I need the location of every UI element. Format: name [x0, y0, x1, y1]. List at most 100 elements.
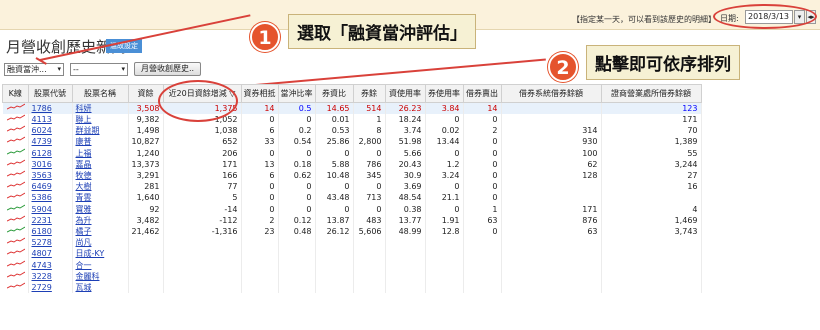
cell-margin-usage: 26.23 — [385, 102, 426, 114]
cell-daytrade-ratio — [278, 259, 316, 271]
cell-offset — [241, 281, 279, 293]
kline-sparkline-icon[interactable] — [2, 169, 29, 182]
kline-sparkline-icon[interactable] — [2, 214, 29, 226]
cell-short-usage: 21.1 — [425, 192, 464, 204]
col-sbl-system-balance[interactable]: 借券系統借券餘額 — [500, 84, 602, 103]
stock-name-link[interactable]: 寶雅 — [72, 203, 129, 215]
kline-sparkline-icon[interactable] — [2, 181, 29, 193]
table-row[interactable]: 4739 康普 10,827 652 33 0.54 25.86 2,800 51.98 13.4… — [2, 136, 702, 148]
stock-name-link[interactable]: 大樹 — [72, 181, 129, 193]
kline-sparkline-icon[interactable] — [2, 203, 29, 215]
table-row[interactable]: 4743 合一 — [2, 259, 702, 271]
kline-sparkline-icon[interactable] — [2, 158, 29, 170]
stock-code-link[interactable]: 3563 — [28, 169, 73, 182]
col-short-margin-ratio[interactable]: 券資比 — [314, 84, 354, 103]
table-row[interactable]: 3016 嘉晶 13,373 171 13 0.18 5.88 786 20.43 1.2 0 62 3… — [2, 158, 702, 170]
stock-code-link[interactable]: 2231 — [28, 214, 73, 226]
table-row[interactable]: 6024 群益期 1,498 1,038 6 0.2 0.53 8 3.74 0.02 2 314 70 — [2, 125, 702, 137]
stock-code-link[interactable]: 6469 — [28, 181, 73, 193]
stock-code-link[interactable]: 6128 — [28, 147, 73, 159]
stock-code-link[interactable]: 4739 — [28, 136, 73, 148]
table-row[interactable]: 2231 為升 3,482 -112 2 0.12 13.87 483 13.77 1.91 63 8… — [2, 214, 702, 226]
table-row[interactable]: 6469 大樹 281 77 0 0 0 0 3.69 0 0 16 — [2, 181, 702, 193]
stock-code-link[interactable]: 4113 — [28, 114, 73, 126]
stock-name-link[interactable]: 橘子 — [72, 225, 129, 238]
table-row[interactable]: 5904 寶雅 92 -14 0 0 0 0 0.38 0 1 171 4 — [2, 203, 702, 215]
kline-sparkline-icon[interactable] — [2, 114, 29, 126]
stock-name-link[interactable]: 康普 — [72, 136, 129, 148]
cell-sbl-sell: 1 — [463, 203, 502, 215]
stock-code-link[interactable]: 6180 — [28, 225, 73, 238]
stock-name-link[interactable]: 聯上 — [72, 114, 129, 126]
stock-name-link[interactable]: 群益期 — [72, 125, 129, 137]
cell-margin-balance — [128, 237, 164, 249]
stock-name-link[interactable]: 為升 — [72, 214, 129, 226]
kline-sparkline-icon[interactable] — [2, 270, 29, 282]
stock-name-link[interactable]: 瓦城 — [72, 281, 129, 293]
table-row[interactable]: 4113 聯上 9,382 1,052 0 0 0.01 1 18.24 0 0 171 — [2, 114, 702, 126]
stock-code-link[interactable]: 1786 — [28, 102, 73, 114]
col-short-balance[interactable]: 券餘 — [352, 84, 386, 103]
col-code[interactable]: 股票代號 — [27, 84, 73, 103]
table-row[interactable]: 5386 青雲 1,640 5 0 0 43.48 713 48.54 21.1 0 — [2, 192, 702, 204]
col-kline[interactable]: K線 — [2, 84, 29, 103]
cell-short-margin-ratio: 0.53 — [315, 125, 354, 137]
stock-code-link[interactable]: 4743 — [28, 259, 73, 271]
stock-name-link[interactable]: 日成-KY — [72, 248, 129, 260]
cell-sbl-system-balance — [501, 270, 602, 282]
kline-sparkline-icon[interactable] — [2, 125, 29, 137]
stock-code-link[interactable]: 3016 — [28, 158, 73, 170]
stock-name-link[interactable]: 上福 — [72, 147, 129, 159]
cell-broker-sbl-balance: 1,389 — [601, 136, 702, 148]
cell-short-margin-ratio: 10.48 — [315, 169, 354, 182]
col-sbl-sell[interactable]: 借券賣出 — [462, 84, 502, 103]
table-row[interactable]: 3228 金麗科 — [2, 270, 702, 282]
kline-sparkline-icon[interactable] — [2, 259, 29, 271]
cell-broker-sbl-balance: 55 — [601, 147, 702, 159]
strategy-select[interactable]: 融資當沖... ▾ — [4, 63, 64, 76]
col-broker-sbl-balance[interactable]: 證商營業處所借券餘額 — [600, 84, 702, 103]
stock-code-link[interactable]: 5904 — [28, 203, 73, 215]
secondary-select[interactable]: -- ▾ — [70, 63, 128, 76]
cell-offset: 33 — [241, 136, 279, 148]
table-row[interactable]: 1786 科妍 3,508 1,375 14 0.5 14.65 514 26.23 3.84 14… — [2, 102, 702, 114]
cell-20d-margin-change — [163, 281, 242, 293]
history-button[interactable]: 月營收創歷史.. — [134, 62, 202, 76]
table-row[interactable]: 6180 橘子 21,462 -1,316 23 0.48 26.12 5,606 48.99 1… — [2, 225, 702, 238]
stock-name-link[interactable]: 尚凡 — [72, 237, 129, 249]
stock-name-link[interactable]: 金麗科 — [72, 270, 129, 282]
col-daytrade-ratio[interactable]: 當沖比率 — [277, 84, 316, 103]
stock-name-link[interactable]: 合一 — [72, 259, 129, 271]
stock-code-link[interactable]: 6024 — [28, 125, 73, 137]
col-short-usage[interactable]: 券使用率 — [424, 84, 464, 103]
col-name[interactable]: 股票名稱 — [71, 84, 129, 103]
table-row[interactable]: 6128 上福 1,240 206 0 0 0 0 5.66 0 0 100 55 — [2, 147, 702, 159]
stock-code-link[interactable]: 3228 — [28, 270, 73, 282]
col-margin-usage[interactable]: 資使用率 — [384, 84, 426, 103]
stock-code-link[interactable]: 4807 — [28, 248, 73, 260]
kline-sparkline-icon[interactable] — [2, 248, 29, 260]
table-row[interactable]: 3563 牧德 3,291 166 6 0.62 10.48 345 30.9 3.24 0 128 2… — [2, 169, 702, 182]
table-row[interactable]: 2729 瓦城 — [2, 281, 702, 293]
stock-name-link[interactable]: 嘉晶 — [72, 158, 129, 170]
kline-sparkline-icon[interactable] — [2, 225, 29, 238]
stock-code-link[interactable]: 5386 — [28, 192, 73, 204]
stock-code-link[interactable]: 2729 — [28, 281, 73, 293]
table-row[interactable]: 4807 日成-KY — [2, 248, 702, 260]
stock-name-link[interactable]: 青雲 — [72, 192, 129, 204]
kline-sparkline-icon[interactable] — [2, 102, 29, 114]
cell-margin-usage: 48.54 — [385, 192, 426, 204]
kline-sparkline-icon[interactable] — [2, 192, 29, 204]
stock-name-link[interactable]: 牧德 — [72, 169, 129, 182]
cell-offset: 0 — [241, 114, 279, 126]
kline-sparkline-icon[interactable] — [2, 147, 29, 159]
table-row[interactable]: 5278 尚凡 — [2, 237, 702, 249]
cell-margin-balance: 13,373 — [128, 158, 164, 170]
kline-sparkline-icon[interactable] — [2, 281, 29, 293]
kline-sparkline-icon[interactable] — [2, 136, 29, 148]
cell-broker-sbl-balance: 171 — [601, 114, 702, 126]
col-offset[interactable]: 資券相抵 — [240, 84, 279, 103]
kline-sparkline-icon[interactable] — [2, 237, 29, 249]
stock-code-link[interactable]: 5278 — [28, 237, 73, 249]
stock-name-link[interactable]: 科妍 — [72, 102, 129, 114]
